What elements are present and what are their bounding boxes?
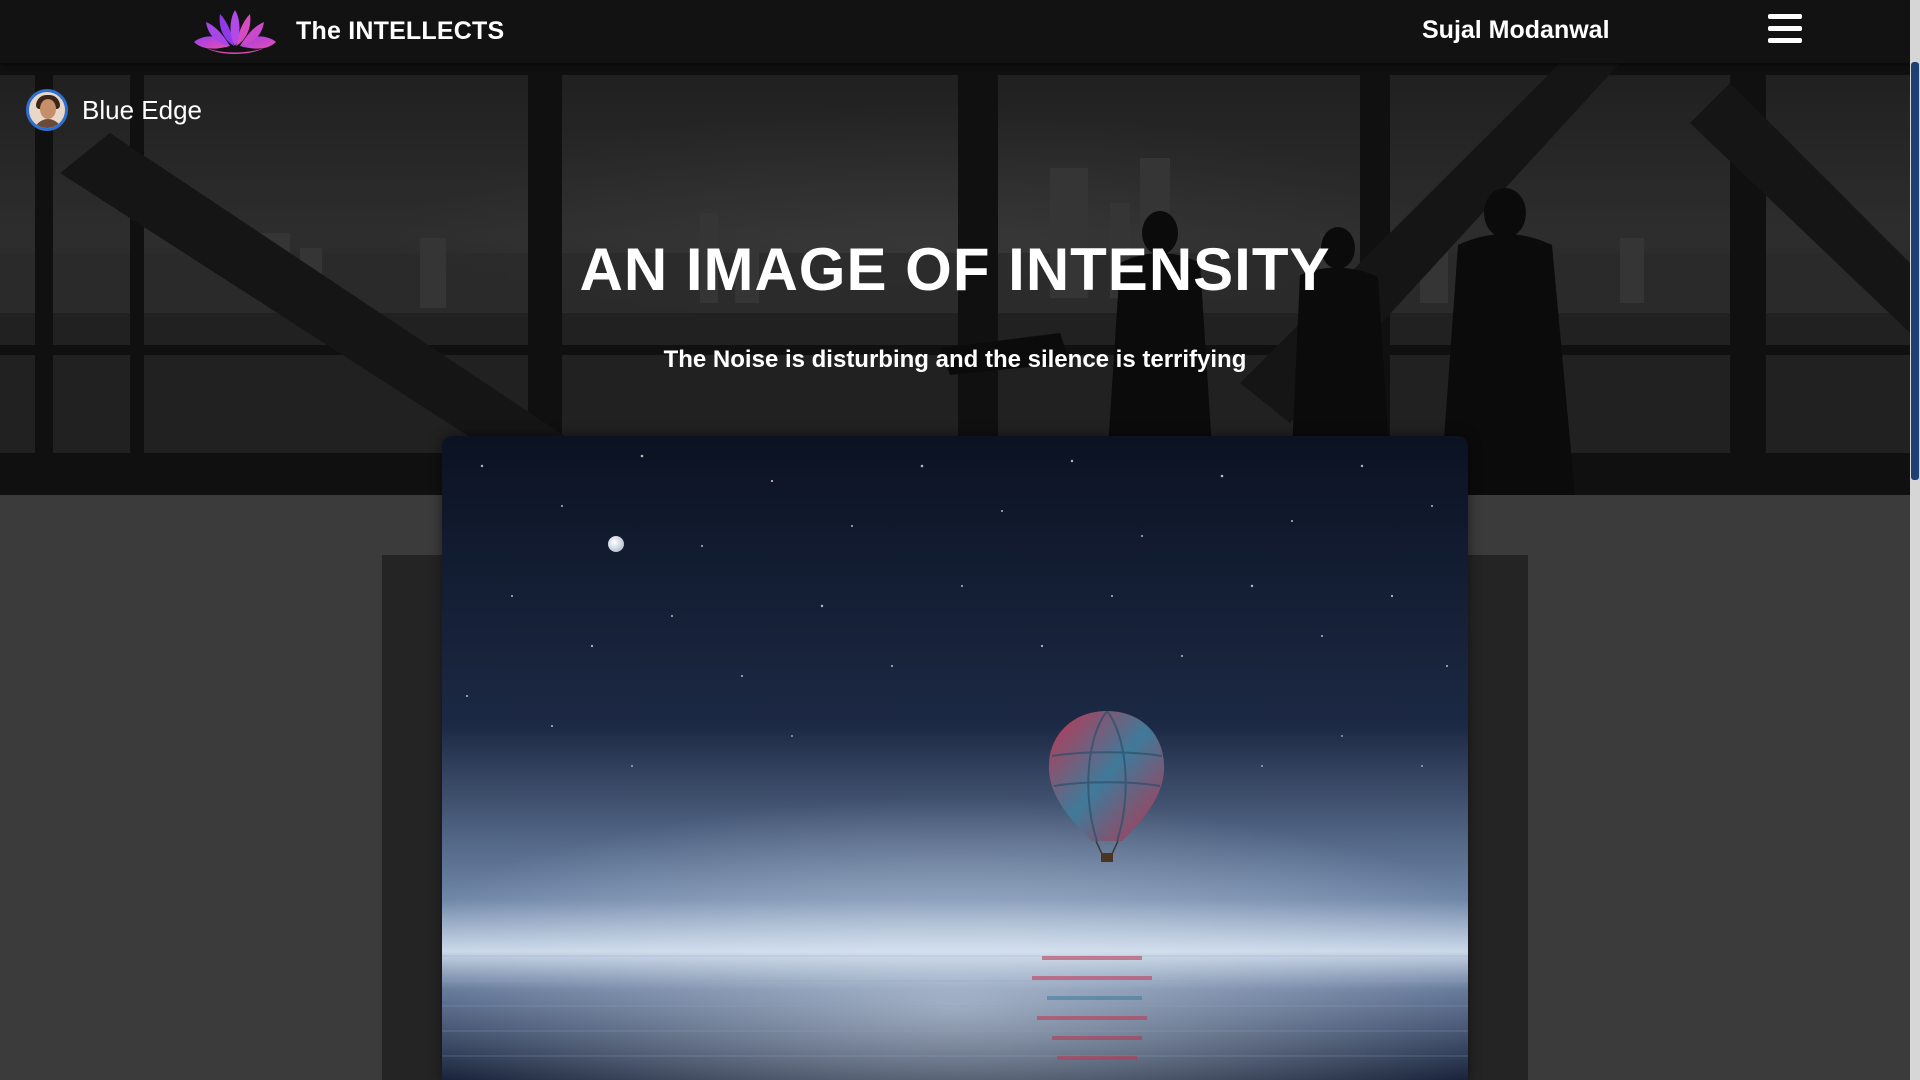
channel-name: Blue Edge: [82, 94, 202, 125]
avatar: [26, 89, 68, 131]
page-scrollbar[interactable]: [1910, 0, 1920, 1080]
balloon-night-sea-image: [442, 436, 1468, 1080]
user-name-link[interactable]: Sujal Modanwal: [1422, 16, 1610, 45]
hamburger-menu-icon[interactable]: [1768, 14, 1802, 44]
page-subtitle: The Noise is disturbing and the silence …: [663, 346, 1247, 373]
page: The INTELLECTS Sujal Modanwal Blue Edge …: [0, 0, 1920, 1080]
channel-link[interactable]: Blue Edge: [26, 89, 202, 131]
scrollbar-thumb[interactable]: [1911, 62, 1919, 480]
top-navbar: The INTELLECTS Sujal Modanwal: [0, 0, 1910, 63]
feature-image: [442, 436, 1468, 1080]
page-title: AN IMAGE OF INTENSITY: [579, 236, 1331, 303]
moon: [608, 536, 624, 552]
brand-link[interactable]: The INTELLECTS: [190, 6, 504, 56]
hero-banner: Blue Edge AN IMAGE OF INTENSITY The Nois…: [0, 63, 1910, 495]
brand-name: The INTELLECTS: [296, 16, 505, 45]
lotus-icon: [194, 10, 276, 54]
